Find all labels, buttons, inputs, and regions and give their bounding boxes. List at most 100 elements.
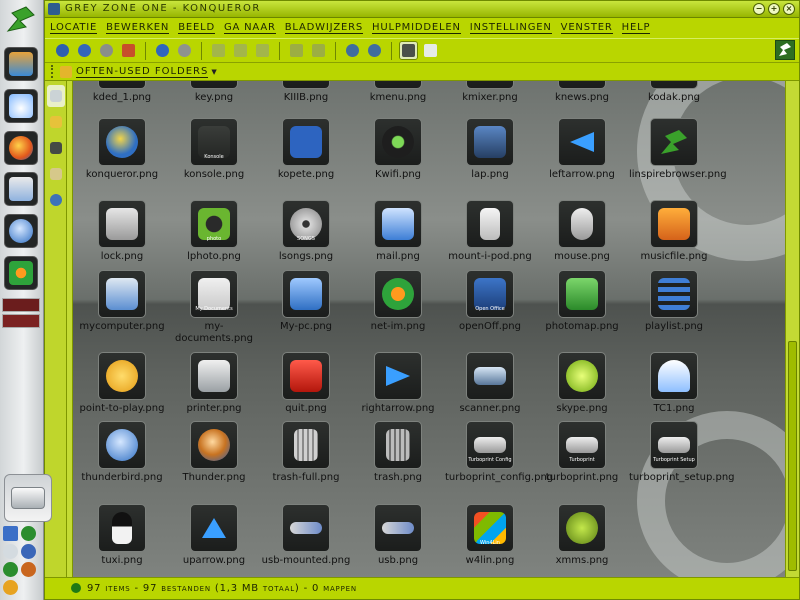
file-item[interactable]: usb.png: [353, 504, 443, 577]
file-item[interactable]: playlist.png: [629, 270, 719, 350]
file-item[interactable]: point-to-play.png: [77, 352, 167, 432]
properties-button[interactable]: [309, 41, 328, 60]
menu-ga-naar[interactable]: Ga naar: [223, 22, 276, 34]
file-item[interactable]: knews.png: [537, 81, 627, 121]
toolbar-grip[interactable]: [51, 65, 55, 78]
file-item[interactable]: leftarrow.png: [537, 118, 627, 198]
kmenu-icon[interactable]: [4, 3, 38, 35]
file-item[interactable]: Konsole konsole.png: [169, 118, 259, 198]
sidebar-tab-devices[interactable]: [47, 137, 65, 159]
file-item[interactable]: thunderbird.png: [77, 421, 167, 501]
file-item[interactable]: net-im.png: [353, 270, 443, 350]
file-item[interactable]: trash-full.png: [261, 421, 351, 501]
instant-messenger-launcher-icon[interactable]: [4, 256, 38, 290]
file-item[interactable]: kded_1.png: [77, 81, 167, 121]
file-item[interactable]: Kwifi.png: [353, 118, 443, 198]
file-item[interactable]: quit.png: [261, 352, 351, 432]
sound-icon[interactable]: [3, 562, 18, 577]
sidebar-tab-bookmarks[interactable]: [47, 111, 65, 133]
file-item[interactable]: kmixer.png: [445, 81, 535, 121]
cut-button[interactable]: [209, 41, 228, 60]
file-item[interactable]: tuxi.png: [77, 504, 167, 577]
menu-instellingen[interactable]: Instellingen: [469, 22, 552, 34]
up-button[interactable]: [53, 41, 72, 60]
menu-help[interactable]: Help: [621, 22, 651, 34]
stop-button[interactable]: [175, 41, 194, 60]
file-item[interactable]: Open Office openOff.png: [445, 270, 535, 350]
close-button[interactable]: ×: [783, 3, 795, 15]
window-menu-icon[interactable]: [48, 3, 60, 15]
file-item[interactable]: mount-i-pod.png: [445, 200, 535, 280]
file-item[interactable]: musicfile.png: [629, 200, 719, 280]
sidebar-tab-home[interactable]: [47, 163, 65, 185]
zoom-out-button[interactable]: [365, 41, 384, 60]
file-item[interactable]: scanner.png: [445, 352, 535, 432]
file-item[interactable]: mail.png: [353, 200, 443, 280]
file-item[interactable]: KIIIB.png: [261, 81, 351, 121]
file-item[interactable]: mouse.png: [537, 200, 627, 280]
file-item[interactable]: lock.png: [77, 200, 167, 280]
file-item[interactable]: usb-mounted.png: [261, 504, 351, 577]
settings-icon[interactable]: [3, 544, 18, 559]
maximize-button[interactable]: +: [768, 3, 780, 15]
file-item[interactable]: xmms.png: [537, 504, 627, 577]
forward-button[interactable]: [97, 41, 116, 60]
file-item[interactable]: lap.png: [445, 118, 535, 198]
menu-locatie[interactable]: Locatie: [50, 22, 98, 34]
menu-venster[interactable]: Venster: [560, 22, 613, 34]
taskbar-button-1[interactable]: [2, 298, 40, 312]
file-item[interactable]: TC1.png: [629, 352, 719, 432]
list-view-button[interactable]: [421, 41, 440, 60]
file-item[interactable]: kmenu.png: [353, 81, 443, 121]
file-item[interactable]: linspirebrowser.png: [629, 118, 727, 198]
file-item[interactable]: skype.png: [537, 352, 627, 432]
sidebar-tab-history[interactable]: [47, 85, 65, 107]
file-item[interactable]: uparrow.png: [169, 504, 259, 577]
file-item[interactable]: key.png: [169, 81, 259, 121]
file-item[interactable]: mycomputer.png: [77, 270, 167, 350]
update-icon[interactable]: [21, 562, 36, 577]
firefox-launcher-icon[interactable]: [4, 131, 38, 165]
file-item[interactable]: kopete.png: [261, 118, 351, 198]
scrollbar-thumb[interactable]: [788, 341, 797, 571]
menu-beeld[interactable]: Beeld: [178, 22, 215, 34]
menu-bewerken[interactable]: Bewerken: [106, 22, 170, 34]
file-item[interactable]: printer.png: [169, 352, 259, 432]
file-item[interactable]: Turboprint Config turboprint_config.png: [445, 421, 553, 501]
vertical-scrollbar[interactable]: [785, 81, 799, 577]
desktop-printer-icon[interactable]: [4, 474, 52, 522]
reload-button[interactable]: [153, 41, 172, 60]
file-item[interactable]: My-pc.png: [261, 270, 351, 350]
home-button[interactable]: [119, 41, 138, 60]
file-item[interactable]: konqueror.png: [77, 118, 167, 198]
zoom-in-button[interactable]: [343, 41, 362, 60]
back-button[interactable]: [75, 41, 94, 60]
file-item[interactable]: kodak.png: [629, 81, 719, 121]
file-item[interactable]: Thunder.png: [169, 421, 259, 501]
sidebar-tab-network[interactable]: [47, 189, 65, 211]
file-item[interactable]: photomap.png: [537, 270, 627, 350]
igloo-launcher-icon[interactable]: [4, 89, 38, 123]
often-used-folders-menu[interactable]: Often-used Folders: [76, 66, 209, 78]
my-documents-launcher-icon[interactable]: [4, 172, 38, 206]
file-item[interactable]: My Documents my-documents.png: [169, 270, 259, 350]
file-item[interactable]: trash.png: [353, 421, 443, 501]
wifi-icon[interactable]: [21, 526, 36, 541]
menu-bladwijzers[interactable]: Bladwijzers: [284, 22, 364, 34]
copy-button[interactable]: [231, 41, 250, 60]
thunderbird-launcher-icon[interactable]: [4, 214, 38, 248]
taskbar-button-2[interactable]: [2, 314, 40, 328]
file-item[interactable]: Turboprint turboprint.png: [537, 421, 627, 501]
file-item[interactable]: Turboprint Setup turboprint_setup.png: [629, 421, 735, 501]
network-icon[interactable]: [21, 544, 36, 559]
clock-icon[interactable]: [3, 580, 18, 595]
power-icon[interactable]: [3, 526, 18, 541]
minimize-button[interactable]: −: [753, 3, 765, 15]
chevron-down-icon[interactable]: ▼: [211, 68, 216, 76]
file-item[interactable]: rightarrow.png: [353, 352, 443, 432]
menu-hulpmiddelen[interactable]: Hulpmiddelen: [372, 22, 461, 34]
file-item[interactable]: SONGS lsongs.png: [261, 200, 351, 280]
file-item[interactable]: Win4Lin w4lin.png: [445, 504, 535, 577]
paste-button[interactable]: [253, 41, 272, 60]
trash-button[interactable]: [287, 41, 306, 60]
